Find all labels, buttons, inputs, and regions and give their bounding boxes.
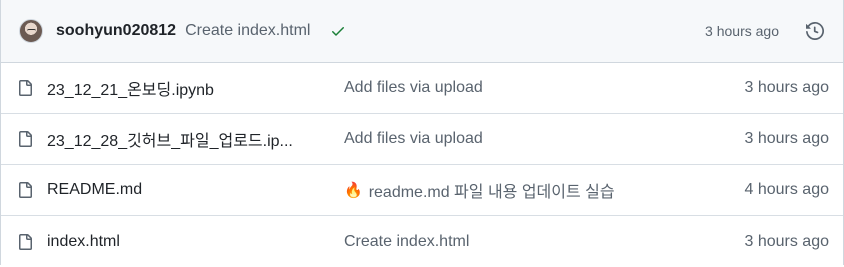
file-commit-message-link[interactable]: Add files via upload (344, 79, 744, 97)
file-commit-time: 3 hours ago (744, 232, 829, 250)
file-name-link[interactable]: index.html (47, 233, 344, 251)
commit-message-text: readme.md 파일 내용 업데이트 실습 (368, 184, 615, 201)
file-row[interactable]: 23_12_28_깃허브_파일_업로드.ip... Add files via … (1, 114, 843, 165)
file-name-link[interactable]: 23_12_21_온보딩.ipynb (47, 76, 344, 100)
commit-message-text: Create index.html (344, 232, 470, 250)
commit-message-text: Add files via upload (344, 79, 483, 96)
file-browser: soohyun020812 Create index.html 3 hours … (0, 0, 844, 265)
latest-commit-message-link[interactable]: Create index.html (185, 22, 310, 40)
history-icon[interactable] (803, 19, 827, 43)
author-avatar[interactable] (19, 19, 43, 43)
file-icon (17, 78, 37, 98)
file-commit-message-link[interactable]: Add files via upload (344, 130, 744, 148)
file-row[interactable]: README.md 🔥 readme.md 파일 내용 업데이트 실습 4 hou… (1, 165, 843, 216)
file-icon (17, 232, 37, 252)
file-row[interactable]: 23_12_21_온보딩.ipynb Add files via upload … (1, 63, 843, 114)
latest-commit-bar: soohyun020812 Create index.html 3 hours … (1, 0, 843, 63)
file-name-link[interactable]: README.md (47, 181, 344, 199)
file-commit-message-link[interactable]: 🔥 readme.md 파일 내용 업데이트 실습 (344, 178, 744, 202)
fire-emoji: 🔥 (344, 182, 363, 199)
check-icon[interactable] (328, 23, 348, 39)
file-row[interactable]: index.html Create index.html 3 hours ago (1, 216, 843, 267)
latest-commit-time: 3 hours ago (705, 23, 779, 39)
commit-message-text: Add files via upload (344, 130, 483, 147)
file-commit-time: 3 hours ago (744, 79, 829, 96)
commit-author-link[interactable]: soohyun020812 (56, 22, 176, 40)
file-commit-time: 3 hours ago (744, 130, 829, 147)
file-name-link[interactable]: 23_12_28_깃허브_파일_업로드.ip... (47, 127, 344, 151)
file-icon (17, 180, 37, 200)
file-icon (17, 129, 37, 149)
file-commit-time: 4 hours ago (744, 181, 829, 198)
file-commit-message-link[interactable]: Create index.html (344, 233, 744, 251)
